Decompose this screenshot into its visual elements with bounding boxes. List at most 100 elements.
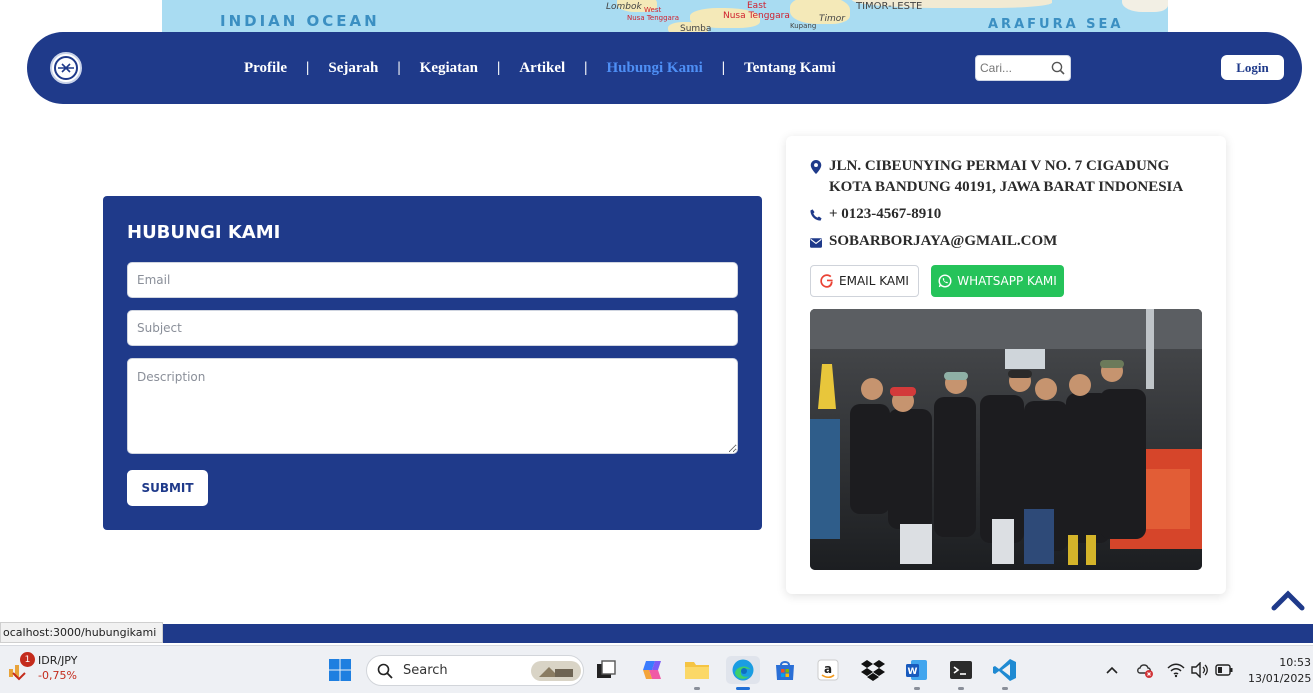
site-logo[interactable]	[50, 52, 82, 84]
nav-link-kegiatan[interactable]: Kegiatan	[420, 60, 478, 77]
widget-badge: 1	[20, 652, 35, 667]
folder-icon	[685, 662, 709, 679]
login-button[interactable]: Login	[1221, 55, 1284, 80]
map-place: TIMOR-LESTE	[856, 1, 923, 12]
search-icon[interactable]	[1051, 61, 1065, 75]
map-place: East	[747, 1, 767, 11]
clock-date: 13/01/2025	[1248, 672, 1312, 685]
map-marker-icon	[810, 160, 822, 174]
vscode-icon	[993, 659, 1016, 681]
scroll-to-top-icon[interactable]	[1270, 586, 1306, 616]
email-row: SOBARBORJAYA@GMAIL.COM	[810, 231, 1057, 252]
navbar: Profile | Sejarah | Kegiatan | Artikel |…	[27, 32, 1302, 104]
address-line-2: KOTA BANDUNG 40191, JAWA BARAT INDONESIA	[829, 179, 1184, 195]
contact-form-card: HUBUNGI KAMI SUBMIT	[103, 196, 762, 530]
taskbar-search-label: Search	[403, 663, 448, 678]
search-highlight-icon	[531, 660, 581, 681]
contact-info-card: JLN. CIBEUNYING PERMAI V NO. 7 CIGADUNG …	[786, 136, 1226, 594]
task-view-icon	[597, 660, 616, 678]
amazon-button[interactable]: a	[814, 656, 842, 684]
wifi-icon	[1167, 663, 1185, 678]
map-place: Kupang	[790, 22, 817, 30]
footer-strip	[0, 624, 1313, 643]
running-indicator	[914, 687, 920, 690]
team-photo	[810, 309, 1202, 570]
status-bar-url: ocalhost:3000/hubungikami	[0, 622, 164, 643]
search-input[interactable]	[980, 56, 1054, 80]
phone-number: + 0123-4567-8910	[829, 206, 942, 222]
store-icon	[776, 661, 794, 680]
store-button[interactable]	[771, 656, 799, 684]
chevron-up-icon	[1106, 666, 1118, 674]
task-view-button[interactable]	[592, 656, 620, 684]
map-place: Timor	[819, 14, 845, 24]
clock-time: 10:53	[1279, 656, 1311, 669]
tray-app-button[interactable]	[1135, 660, 1155, 680]
contact-form-title: HUBUNGI KAMI	[127, 222, 281, 243]
email-kami-label: EMAIL KAMI	[839, 274, 909, 288]
svg-text:W: W	[908, 667, 918, 677]
running-indicator	[694, 687, 700, 690]
email-field[interactable]	[127, 262, 738, 298]
whatsapp-kami-label: WHATSAPP KAMI	[957, 274, 1057, 288]
vscode-button[interactable]	[991, 656, 1019, 690]
copilot-button[interactable]	[638, 656, 666, 684]
word-icon: W	[906, 660, 927, 680]
phone-icon	[810, 209, 822, 221]
battery-button[interactable]	[1214, 660, 1234, 680]
map-place: West	[644, 6, 662, 14]
dropbox-icon	[861, 660, 885, 681]
address-line-1: JLN. CIBEUNYING PERMAI V NO. 7 CIGADUNG	[829, 158, 1170, 174]
search-box	[975, 55, 1071, 81]
search-icon	[377, 663, 393, 679]
running-indicator	[1002, 687, 1008, 690]
volume-button[interactable]	[1190, 660, 1210, 680]
start-button[interactable]	[326, 656, 354, 684]
nav-links: Profile | Sejarah | Kegiatan | Artikel |…	[244, 32, 836, 104]
volume-icon	[1191, 662, 1208, 678]
nav-link-hubungi-kami[interactable]: Hubungi Kami	[606, 60, 702, 77]
nav-separator: |	[584, 59, 588, 76]
running-indicator	[958, 687, 964, 690]
header-map-image: INDIAN OCEAN ARAFURA SEA Lombok West Nus…	[162, 0, 1168, 34]
address-row: JLN. CIBEUNYING PERMAI V NO. 7 CIGADUNG …	[810, 156, 1210, 198]
google-icon	[820, 274, 833, 288]
email-kami-button[interactable]: EMAIL KAMI	[810, 265, 919, 297]
show-hidden-icons-button[interactable]	[1102, 660, 1122, 680]
nav-link-artikel[interactable]: Artikel	[519, 60, 565, 77]
currency-widget[interactable]: 1 IDR/JPY -0,75%	[8, 652, 77, 683]
dropbox-button[interactable]	[859, 656, 887, 684]
taskbar-search[interactable]: Search	[366, 655, 584, 686]
description-field[interactable]	[127, 358, 738, 454]
nav-separator: |	[306, 59, 310, 76]
battery-icon	[1215, 664, 1233, 676]
file-explorer-button[interactable]	[683, 656, 711, 690]
map-place: Lombok	[606, 2, 642, 12]
email-address: SOBARBORJAYA@GMAIL.COM	[829, 233, 1058, 249]
nav-link-sejarah[interactable]: Sejarah	[328, 60, 378, 77]
taskbar-clock[interactable]: 10:53 13/01/2025	[1248, 655, 1311, 687]
copilot-icon	[643, 661, 661, 679]
nav-link-profile[interactable]: Profile	[244, 60, 287, 77]
logo-emblem-icon	[54, 56, 78, 80]
edge-icon	[732, 659, 754, 681]
whatsapp-kami-button[interactable]: WHATSAPP KAMI	[931, 265, 1064, 297]
svg-text:a: a	[824, 662, 832, 676]
nav-separator: |	[497, 59, 501, 76]
map-label-arafura-sea: ARAFURA SEA	[988, 17, 1124, 32]
subject-field[interactable]	[127, 310, 738, 346]
submit-button[interactable]: SUBMIT	[127, 470, 208, 506]
wifi-button[interactable]	[1166, 660, 1186, 680]
phone-row: + 0123-4567-8910	[810, 204, 941, 225]
word-button[interactable]: W	[903, 656, 931, 690]
nav-link-tentang-kami[interactable]: Tentang Kami	[744, 60, 836, 77]
terminal-button[interactable]	[947, 656, 975, 690]
terminal-icon	[950, 661, 972, 679]
edge-browser-button[interactable]	[726, 656, 760, 690]
whatsapp-icon	[938, 274, 952, 288]
map-place: Nusa Tenggara	[627, 14, 680, 22]
widget-value: -0,75%	[38, 669, 77, 682]
page: INDIAN OCEAN ARAFURA SEA Lombok West Nus…	[0, 0, 1313, 693]
taskbar: 1 IDR/JPY -0,75% Search a W 10:53 13/01/…	[0, 645, 1313, 693]
cloud-error-icon	[1137, 664, 1153, 678]
